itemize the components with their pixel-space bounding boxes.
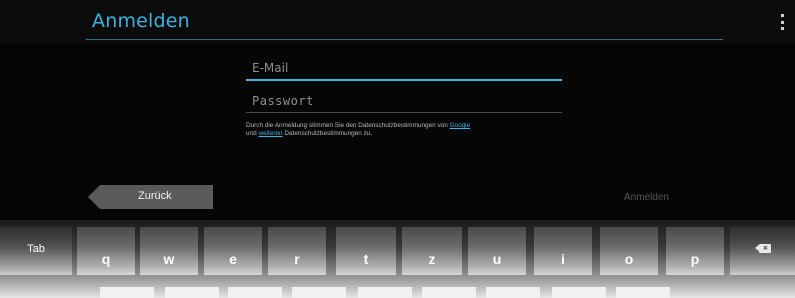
tab-key[interactable]: Tab xyxy=(0,227,72,275)
key-row-2-partial[interactable] xyxy=(228,287,282,298)
key-w[interactable]: w xyxy=(140,227,198,275)
overflow-menu-icon[interactable] xyxy=(778,14,786,30)
key-label: u xyxy=(492,251,502,267)
key-row-2-partial[interactable] xyxy=(486,287,540,298)
page-title: Anmelden xyxy=(92,10,190,32)
login-button[interactable]: Anmelden xyxy=(624,192,669,203)
key-label: p xyxy=(690,251,700,267)
privacy-text-2: und xyxy=(246,130,259,137)
email-field-container xyxy=(246,57,562,81)
key-i[interactable]: i xyxy=(534,227,592,275)
key-q[interactable]: q xyxy=(77,227,135,275)
key-e[interactable]: e xyxy=(204,227,262,275)
google-privacy-link[interactable]: Google xyxy=(450,122,471,129)
password-field[interactable] xyxy=(246,89,562,112)
backspace-key[interactable]: × xyxy=(730,227,795,275)
key-o[interactable]: o xyxy=(600,227,658,275)
key-row-2-partial[interactable] xyxy=(422,287,476,298)
key-row-2-partial[interactable] xyxy=(165,287,219,298)
key-row-2-partial[interactable] xyxy=(616,287,670,298)
more-privacy-link[interactable]: weiteren xyxy=(258,130,282,137)
key-label: i xyxy=(561,251,565,267)
back-button-label: Zurück xyxy=(138,190,172,202)
password-field-container xyxy=(246,89,562,113)
privacy-notice: Durch die Anmeldung stimmen Sie den Date… xyxy=(246,122,566,138)
title-divider xyxy=(86,39,723,40)
action-bar: Anmelden xyxy=(0,0,795,44)
key-label: q xyxy=(101,251,111,267)
key-r[interactable]: r xyxy=(268,227,326,275)
key-p[interactable]: p xyxy=(666,227,724,275)
privacy-text-3: Datenschutzbestimmungen zu. xyxy=(282,130,373,137)
privacy-text-1: Durch die Anmeldung stimmen Sie den Date… xyxy=(246,122,450,129)
key-row-2-partial[interactable] xyxy=(100,287,154,298)
back-button[interactable]: Zurück xyxy=(88,185,213,209)
email-field[interactable] xyxy=(246,57,562,79)
key-label: z xyxy=(428,251,436,267)
soft-keyboard: Tab q w e r t z u i o p × xyxy=(0,220,795,298)
key-u[interactable]: u xyxy=(468,227,526,275)
key-z[interactable]: z xyxy=(402,227,462,275)
key-t[interactable]: t xyxy=(336,227,396,275)
key-label: w xyxy=(163,251,175,267)
key-label: t xyxy=(363,251,369,267)
screen: Anmelden Durch die Anmeldung stimmen Sie… xyxy=(0,0,795,298)
key-row-2-partial[interactable] xyxy=(292,287,346,298)
backspace-icon: × xyxy=(754,243,771,253)
key-label: o xyxy=(624,251,634,267)
key-row-2-partial[interactable] xyxy=(552,287,606,298)
tab-key-label: Tab xyxy=(27,243,45,255)
key-label: e xyxy=(229,251,237,267)
key-row-2-partial[interactable] xyxy=(358,287,412,298)
key-label: r xyxy=(294,251,300,267)
